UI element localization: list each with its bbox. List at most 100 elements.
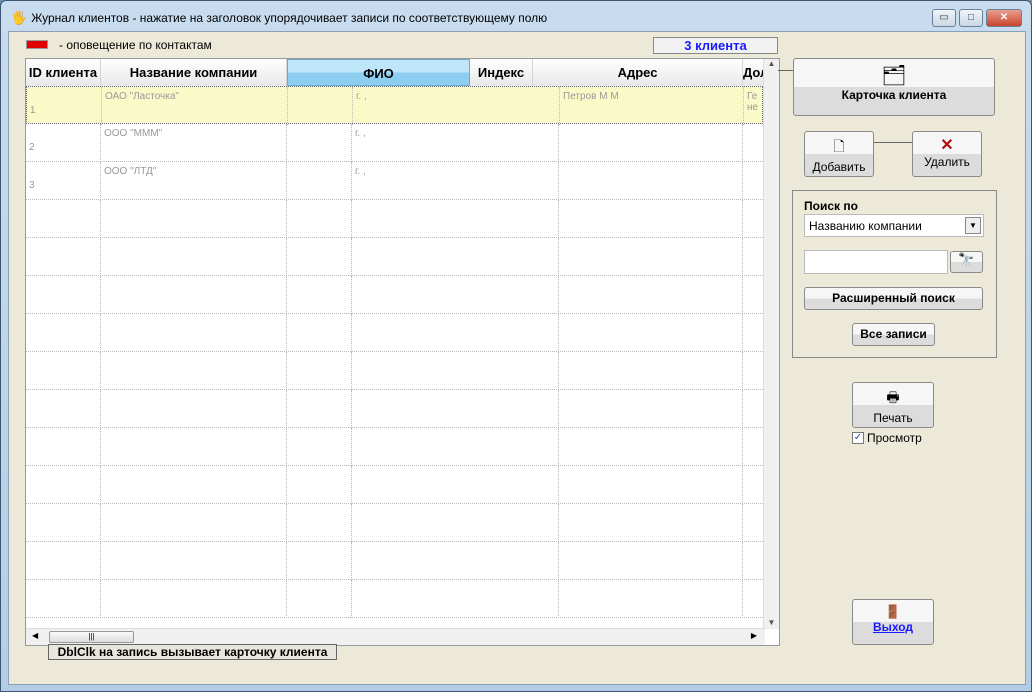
app-icon: 🖐 xyxy=(11,10,28,25)
minimize-button[interactable]: ▭ xyxy=(932,9,956,27)
title-bar: 🖐 Журнал клиентов - нажатие на заголовок… xyxy=(11,9,547,27)
column-header-position[interactable]: Дол xyxy=(743,59,765,86)
table-cell xyxy=(743,200,765,238)
table-cell xyxy=(287,542,352,580)
table-cell xyxy=(26,390,101,428)
table-row[interactable] xyxy=(26,238,765,276)
advanced-search-button[interactable]: Расширенный поиск xyxy=(804,287,983,310)
delete-button[interactable]: ✕ Удалить xyxy=(912,131,982,177)
table-row[interactable]: 2 ООО "МММ" г. , xyxy=(26,124,765,162)
table-cell xyxy=(101,276,287,314)
table-cell xyxy=(352,314,559,352)
all-records-button[interactable]: Все записи xyxy=(852,323,935,346)
table-row[interactable] xyxy=(26,352,765,390)
table-row[interactable] xyxy=(26,276,765,314)
table-cell xyxy=(743,542,765,580)
print-button[interactable]: 🖶 Печать xyxy=(852,382,934,428)
table-cell xyxy=(101,580,287,618)
client-count: 3 клиента xyxy=(653,37,778,54)
table-row[interactable] xyxy=(26,504,765,542)
maximize-button[interactable]: □ xyxy=(959,9,983,27)
table-cell xyxy=(26,580,101,618)
table-row[interactable] xyxy=(26,580,765,618)
table-cell xyxy=(287,276,352,314)
table-cell: Петров М М xyxy=(560,87,744,125)
binoculars-icon: 🔭 xyxy=(958,252,975,267)
table-row[interactable] xyxy=(26,390,765,428)
table-row[interactable] xyxy=(26,314,765,352)
table-cell xyxy=(101,238,287,276)
table-cell: ОАО "Ласточка" xyxy=(102,87,288,125)
table-cell xyxy=(743,276,765,314)
table-cell xyxy=(743,390,765,428)
table-cell xyxy=(559,428,743,466)
search-input[interactable] xyxy=(804,250,948,274)
connector-line xyxy=(778,70,793,71)
table-cell xyxy=(743,580,765,618)
table-row[interactable]: 1 ОАО "Ласточка" г. , Петров М М Ге не xyxy=(26,86,766,125)
table-cell xyxy=(352,200,559,238)
table-cell xyxy=(26,352,101,390)
alert-color-swatch xyxy=(26,40,48,49)
table-row[interactable] xyxy=(26,466,765,504)
table-cell xyxy=(26,504,101,542)
table-row[interactable] xyxy=(26,542,765,580)
table-cell xyxy=(352,428,559,466)
horizontal-scrollbar[interactable]: ◀ ||| ▶ xyxy=(26,628,765,645)
table-cell xyxy=(101,428,287,466)
table-cell xyxy=(559,580,743,618)
card-file-icon: 🗂 xyxy=(881,65,907,87)
checkbox-checked-icon[interactable]: ✓ xyxy=(852,432,864,444)
new-document-icon: 🗋 xyxy=(833,138,845,154)
table-cell xyxy=(352,352,559,390)
horizontal-scroll-thumb[interactable]: ||| xyxy=(49,631,134,643)
table-cell xyxy=(101,314,287,352)
table-cell xyxy=(559,542,743,580)
preview-checkbox[interactable]: ✓ Просмотр xyxy=(852,431,922,445)
table-cell xyxy=(26,238,101,276)
table-cell xyxy=(287,238,352,276)
table-cell: 1 xyxy=(27,87,102,125)
scroll-left-icon[interactable]: ◀ xyxy=(32,631,38,640)
scroll-up-icon[interactable]: ▲ xyxy=(764,59,779,68)
column-header-index[interactable]: Индекс xyxy=(470,59,533,86)
table-cell xyxy=(743,162,765,200)
table-cell xyxy=(559,238,743,276)
table-cell xyxy=(287,162,352,200)
table-cell xyxy=(559,352,743,390)
app-window: 🖐 Журнал клиентов - нажатие на заголовок… xyxy=(0,0,1032,692)
search-field-value: Названию компании xyxy=(809,219,922,233)
table-cell xyxy=(352,238,559,276)
column-header-id[interactable]: ID клиента xyxy=(26,59,101,86)
table-cell: 2 xyxy=(26,124,101,162)
chevron-down-icon[interactable]: ▼ xyxy=(965,217,981,234)
table-row[interactable]: 3 ООО "ЛТД" г. , xyxy=(26,162,765,200)
table-cell xyxy=(101,542,287,580)
close-button[interactable]: ✕ xyxy=(986,9,1022,27)
table-cell xyxy=(287,466,352,504)
table-cell xyxy=(288,87,353,125)
search-field-select[interactable]: Названию компании ▼ xyxy=(804,214,984,237)
table-cell xyxy=(743,352,765,390)
scroll-right-icon[interactable]: ▶ xyxy=(751,631,757,640)
table-row[interactable] xyxy=(26,200,765,238)
scroll-down-icon[interactable]: ▼ xyxy=(764,618,779,627)
connector-line-2 xyxy=(874,142,912,143)
table-row[interactable] xyxy=(26,428,765,466)
client-area: - оповещение по контактам 3 клиента ID к… xyxy=(8,31,1026,685)
table-cell xyxy=(287,200,352,238)
exit-button[interactable]: 🚪 Выход xyxy=(852,599,934,645)
table-cell xyxy=(352,542,559,580)
vertical-scrollbar[interactable]: ▲ ▼ xyxy=(763,59,779,629)
table-cell xyxy=(287,124,352,162)
table-cell xyxy=(559,200,743,238)
client-card-button[interactable]: 🗂 Карточка клиента xyxy=(793,58,995,116)
table-cell xyxy=(559,162,743,200)
add-button[interactable]: 🗋 Добавить xyxy=(804,131,874,177)
column-header-company[interactable]: Название компании xyxy=(101,59,287,86)
table-cell xyxy=(101,390,287,428)
find-button[interactable]: 🔭 xyxy=(950,251,983,273)
column-header-fio[interactable]: ФИО xyxy=(287,59,470,86)
preview-label: Просмотр xyxy=(867,431,922,445)
column-header-address[interactable]: Адрес xyxy=(533,59,743,86)
